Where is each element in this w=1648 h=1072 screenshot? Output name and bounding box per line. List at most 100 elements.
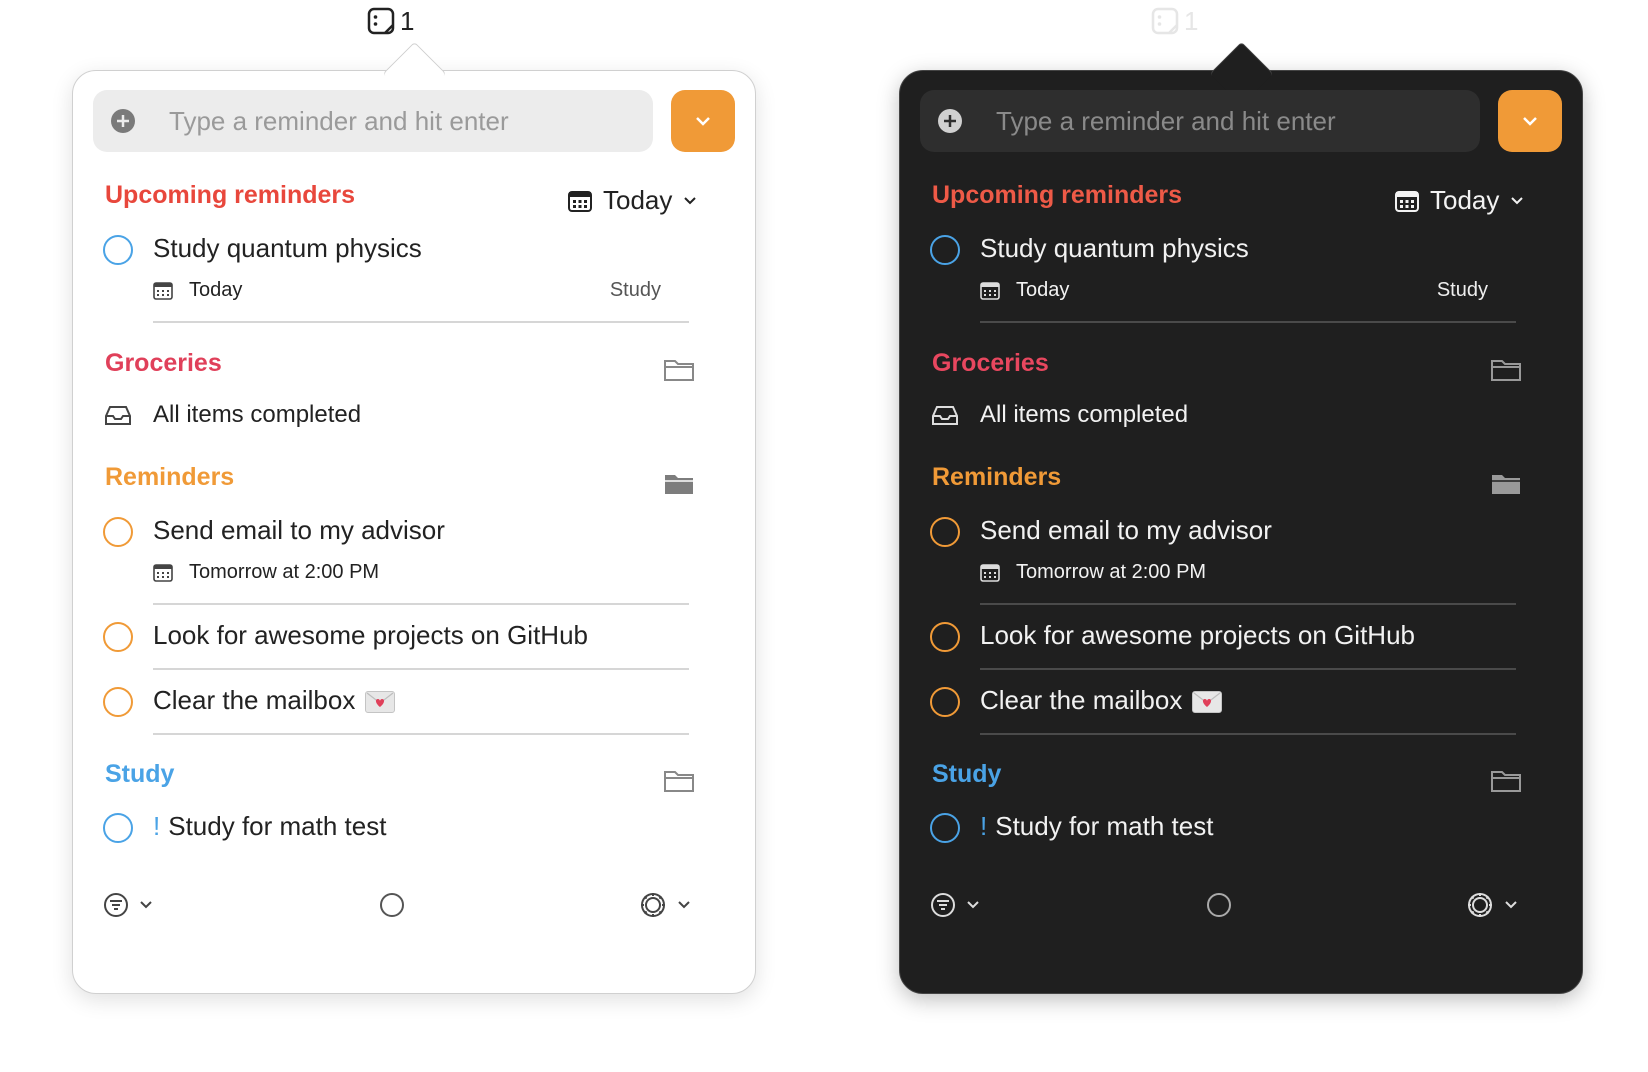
reminder-title-text: Study for math test <box>995 811 1214 841</box>
reminders-note-icon <box>367 7 395 35</box>
reminder-title[interactable]: Look for awesome projects on GitHub <box>153 620 588 651</box>
folder-filled-icon[interactable] <box>663 471 695 497</box>
divider <box>980 668 1516 670</box>
reminder-date: Today <box>153 279 242 302</box>
reminder-title[interactable]: Clear the mailbox <box>153 685 396 716</box>
list-dropdown-button[interactable] <box>1498 90 1562 152</box>
divider <box>980 603 1516 605</box>
empty-list-message: All items completed <box>930 401 1188 429</box>
folder-filled-icon[interactable] <box>1490 471 1522 497</box>
chevron-down-icon <box>696 117 710 126</box>
reminder-date-text: Today <box>189 279 243 301</box>
complete-checkbox[interactable] <box>930 813 960 843</box>
reminders-popover-light: Upcoming reminders Today Study quantum p… <box>72 41 756 994</box>
menubar-reminders-item-light[interactable]: 1 <box>366 6 414 36</box>
tray-icon <box>932 406 958 425</box>
reminder-title[interactable]: ! Study for math test <box>980 811 1213 842</box>
reminder-input[interactable] <box>167 104 631 138</box>
settings-gear-icon[interactable] <box>639 890 695 920</box>
groceries-section-title: Groceries <box>932 349 1049 377</box>
reminder-title[interactable]: Send email to my advisor <box>980 515 1272 546</box>
filter-menu-icon[interactable] <box>930 891 986 919</box>
upcoming-section-title: Upcoming reminders <box>105 181 356 209</box>
date-filter-dropdown[interactable]: Today <box>567 185 698 216</box>
divider <box>153 603 689 605</box>
folder-icon[interactable] <box>663 357 695 383</box>
divider <box>980 321 1516 323</box>
folder-icon[interactable] <box>1490 357 1522 383</box>
folder-icon[interactable] <box>663 768 695 794</box>
plus-circle-icon[interactable] <box>109 107 137 135</box>
reminder-list-tag: Study <box>609 279 661 301</box>
priority-indicator: ! <box>980 811 988 841</box>
reminders-section-title: Reminders <box>932 463 1062 491</box>
complete-checkbox[interactable] <box>103 687 133 717</box>
reminder-date-text: Tomorrow at 2:00 PM <box>189 561 380 583</box>
complete-checkbox[interactable] <box>103 235 133 265</box>
divider <box>980 733 1516 735</box>
reminder-title[interactable]: Clear the mailbox <box>980 685 1223 716</box>
reminder-title[interactable]: Look for awesome projects on GitHub <box>980 620 1415 651</box>
reminder-title-text: Clear the mailbox <box>153 685 356 715</box>
reminder-title[interactable]: Study quantum physics <box>980 233 1249 264</box>
study-section-title: Study <box>932 760 1002 788</box>
study-section-title: Study <box>105 760 175 788</box>
complete-checkbox[interactable] <box>103 813 133 843</box>
reminder-title[interactable]: Study quantum physics <box>153 233 422 264</box>
complete-checkbox[interactable] <box>930 235 960 265</box>
love-letter-emoji-icon <box>365 691 396 714</box>
menubar-badge-count: 1 <box>1184 5 1199 36</box>
new-reminder-field <box>920 90 1480 152</box>
empty-list-text: All items completed <box>980 401 1189 428</box>
complete-checkbox[interactable] <box>930 622 960 652</box>
complete-checkbox[interactable] <box>103 517 133 547</box>
reminder-date-text: Tomorrow at 2:00 PM <box>1016 561 1207 583</box>
reminder-date: Tomorrow at 2:00 PM <box>153 561 379 584</box>
reminder-title-text: Clear the mailbox <box>980 685 1183 715</box>
folder-icon[interactable] <box>1490 768 1522 794</box>
complete-checkbox[interactable] <box>930 517 960 547</box>
date-filter-label: Today <box>1430 185 1500 215</box>
calendar-icon <box>153 563 173 582</box>
new-reminder-field <box>93 90 653 152</box>
calendar-icon <box>1395 190 1419 212</box>
reminder-date: Today <box>980 279 1069 302</box>
upcoming-section-title: Upcoming reminders <box>932 181 1183 209</box>
complete-checkbox[interactable] <box>930 687 960 717</box>
calendar-icon <box>980 281 1000 300</box>
list-dropdown-button[interactable] <box>671 90 735 152</box>
empty-list-message: All items completed <box>103 401 361 429</box>
reminder-title[interactable]: ! Study for math test <box>153 811 386 842</box>
reminder-title[interactable]: Send email to my advisor <box>153 515 445 546</box>
divider <box>153 733 689 735</box>
circle-toggle-icon[interactable] <box>1205 891 1233 919</box>
circle-toggle-icon[interactable] <box>378 891 406 919</box>
date-filter-dropdown[interactable]: Today <box>1394 185 1525 216</box>
complete-checkbox[interactable] <box>103 622 133 652</box>
calendar-icon <box>153 281 173 300</box>
tray-icon <box>105 406 131 425</box>
chevron-down-icon <box>1523 117 1537 126</box>
date-filter-label: Today <box>603 185 673 215</box>
divider <box>153 668 689 670</box>
plus-circle-icon[interactable] <box>936 107 964 135</box>
reminders-note-icon <box>1151 7 1179 35</box>
reminders-section-title: Reminders <box>105 463 235 491</box>
reminders-popover-dark: Upcoming reminders Today Study quantum p… <box>899 41 1583 994</box>
calendar-icon <box>568 190 592 212</box>
chevron-down-icon <box>1511 196 1524 204</box>
empty-list-text: All items completed <box>153 401 362 428</box>
settings-gear-icon[interactable] <box>1466 890 1522 920</box>
priority-indicator: ! <box>153 811 161 841</box>
reminder-date: Tomorrow at 2:00 PM <box>980 561 1206 584</box>
reminder-list-tag: Study <box>1436 279 1488 301</box>
filter-menu-icon[interactable] <box>103 891 159 919</box>
reminder-input[interactable] <box>994 104 1458 138</box>
menubar-reminders-item-dark[interactable]: 1 <box>1150 6 1198 36</box>
menubar-badge-count: 1 <box>400 5 415 36</box>
love-letter-emoji-icon <box>1192 691 1223 714</box>
divider <box>153 321 689 323</box>
reminder-date-text: Today <box>1016 279 1070 301</box>
chevron-down-icon <box>684 196 697 204</box>
calendar-icon <box>980 563 1000 582</box>
